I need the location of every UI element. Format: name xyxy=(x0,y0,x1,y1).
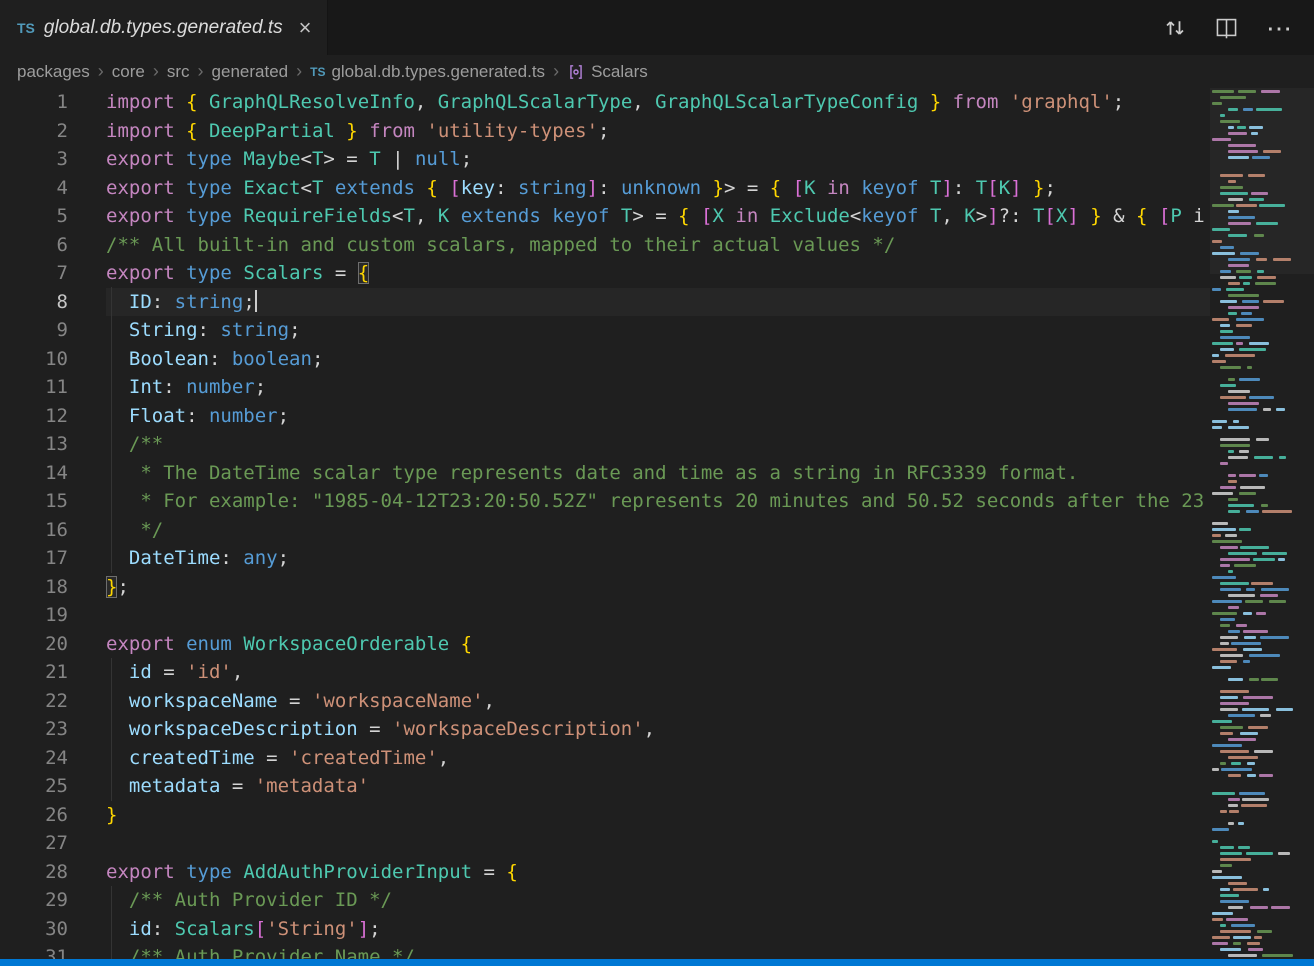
breadcrumb-separator: › xyxy=(296,61,302,82)
breadcrumb-separator: › xyxy=(98,61,104,82)
tab-bar: TS global.db.types.generated.ts × ⋯ xyxy=(0,0,1314,55)
code-line-8: ID: string; xyxy=(106,288,1210,317)
status-accent-bar xyxy=(0,959,1314,966)
text-cursor xyxy=(255,290,257,312)
code-editor[interactable]: 1234567891011121314151617181920212223242… xyxy=(0,88,1314,959)
code-line-16: */ xyxy=(106,516,1210,545)
code-line-24: createdTime = 'createdTime', xyxy=(106,744,1210,773)
code-line-21: id = 'id', xyxy=(106,658,1210,687)
code-line-26: } xyxy=(106,801,1210,830)
breadcrumb-filename[interactable]: global.db.types.generated.ts xyxy=(331,62,545,82)
code-line-20: export enum WorkspaceOrderable { xyxy=(106,630,1210,659)
breadcrumb-core[interactable]: core xyxy=(112,62,145,82)
indent-guide xyxy=(111,886,112,959)
editor-actions: ⋯ xyxy=(1163,0,1314,55)
code-line-12: Float: number; xyxy=(106,402,1210,431)
code-line-27 xyxy=(106,829,1210,858)
code-line-22: workspaceName = 'workspaceName', xyxy=(106,687,1210,716)
typescript-file-icon: TS xyxy=(310,65,325,79)
breadcrumb-separator: › xyxy=(198,61,204,82)
code-line-14: * The DateTime scalar type represents da… xyxy=(106,459,1210,488)
code-line-30: id: Scalars['String']; xyxy=(106,915,1210,944)
code-line-31: /** Auth Provider Name */ xyxy=(106,943,1210,959)
code-line-15: * For example: "1985-04-12T23:20:50.52Z"… xyxy=(106,487,1210,516)
tab-global-db-types-generated[interactable]: TS global.db.types.generated.ts × xyxy=(0,0,328,55)
code-line-25: metadata = 'metadata' xyxy=(106,772,1210,801)
code-line-28: export type AddAuthProviderInput = { xyxy=(106,858,1210,887)
split-editor-icon[interactable] xyxy=(1215,16,1238,39)
code-line-13: /** xyxy=(106,430,1210,459)
code-line-29: /** Auth Provider ID */ xyxy=(106,886,1210,915)
breadcrumb-src[interactable]: src xyxy=(167,62,190,82)
minimap[interactable] xyxy=(1210,88,1314,959)
code-line-1: import { GraphQLResolveInfo, GraphQLScal… xyxy=(106,88,1210,117)
code-line-19 xyxy=(106,601,1210,630)
tab-label: global.db.types.generated.ts xyxy=(44,17,283,39)
more-actions-icon[interactable]: ⋯ xyxy=(1266,15,1292,41)
code-line-5: export type RequireFields<T, K extends k… xyxy=(106,202,1210,231)
code-line-3: export type Maybe<T> = T | null; xyxy=(106,145,1210,174)
vscode-window: TS global.db.types.generated.ts × ⋯ pack… xyxy=(0,0,1314,966)
line-numbers-gutter: 1234567891011121314151617181920212223242… xyxy=(0,88,90,959)
code-line-2: import { DeepPartial } from 'utility-typ… xyxy=(106,117,1210,146)
breadcrumb-separator: › xyxy=(153,61,159,82)
breadcrumb-separator: › xyxy=(553,61,559,82)
code-line-6: /** All built-in and custom scalars, map… xyxy=(106,231,1210,260)
code-line-7: export type Scalars = { xyxy=(106,259,1210,288)
code-line-23: workspaceDescription = 'workspaceDescrip… xyxy=(106,715,1210,744)
breadcrumb-symbol-scalars[interactable]: Scalars xyxy=(591,62,648,82)
code-line-17: DateTime: any; xyxy=(106,544,1210,573)
indent-guide xyxy=(111,287,112,573)
code-line-10: Boolean: boolean; xyxy=(106,345,1210,374)
code-lines: import { GraphQLResolveInfo, GraphQLScal… xyxy=(106,88,1210,959)
code-line-4: export type Exact<T extends { [key: stri… xyxy=(106,174,1210,203)
code-line-9: String: string; xyxy=(106,316,1210,345)
open-changes-icon[interactable] xyxy=(1163,16,1187,40)
symbol-type-icon xyxy=(567,63,585,81)
code-line-18: }; xyxy=(106,573,1210,602)
typescript-file-icon: TS xyxy=(17,20,35,36)
breadcrumb: packages › core › src › generated › TS g… xyxy=(0,55,1314,88)
indent-guide xyxy=(111,658,112,801)
close-tab-icon[interactable]: × xyxy=(299,17,312,39)
code-line-11: Int: number; xyxy=(106,373,1210,402)
breadcrumb-generated[interactable]: generated xyxy=(212,62,289,82)
code-area[interactable]: import { GraphQLResolveInfo, GraphQLScal… xyxy=(90,88,1210,959)
breadcrumb-packages[interactable]: packages xyxy=(17,62,90,82)
